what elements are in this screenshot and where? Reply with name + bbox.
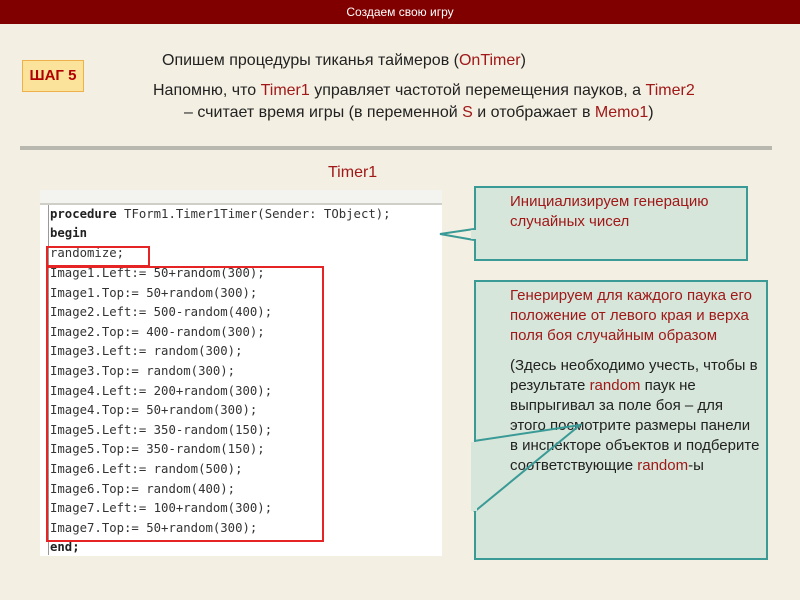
pointer-2: [473, 423, 584, 513]
callout-pointers: [439, 228, 584, 513]
pointer-1: [439, 228, 475, 241]
